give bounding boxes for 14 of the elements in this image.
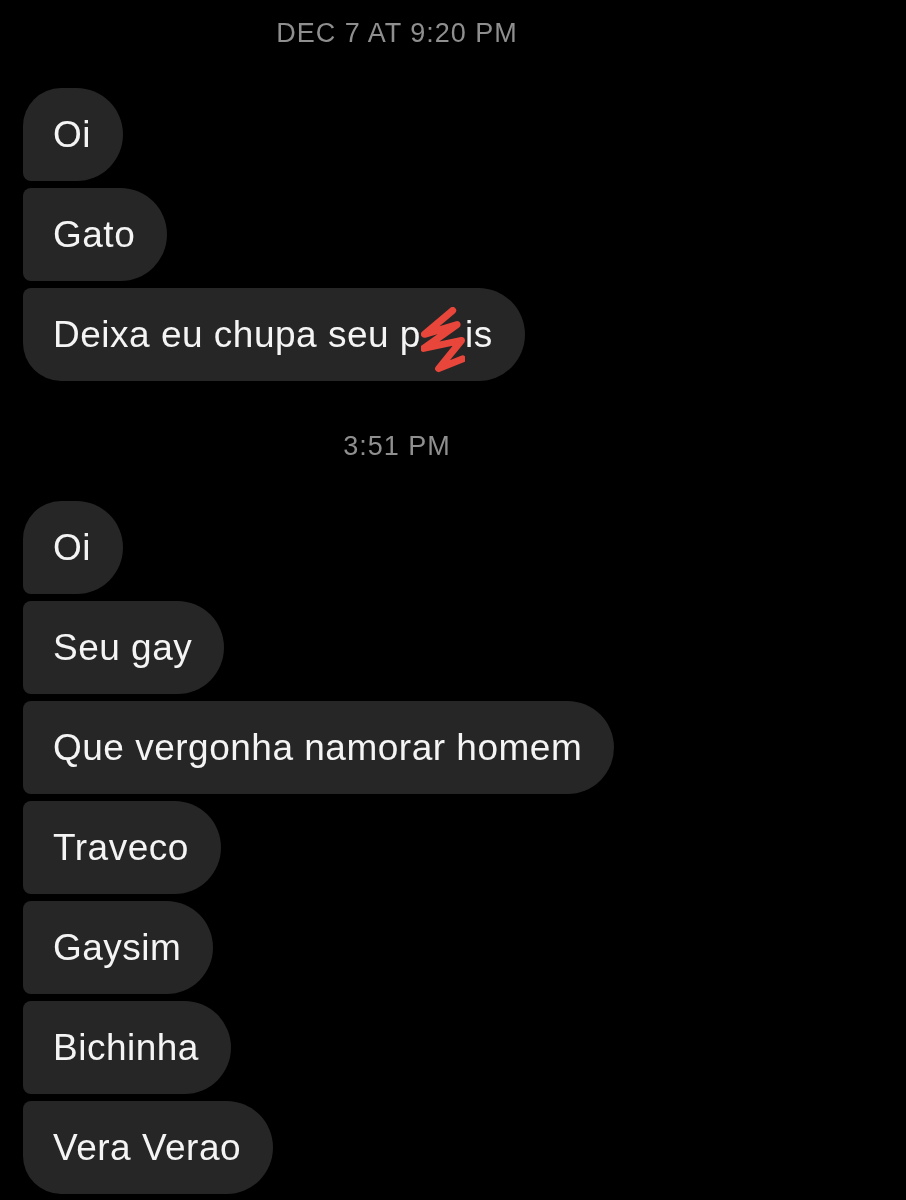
message-text: Gato	[53, 212, 136, 257]
message-text: Vera Verao	[53, 1125, 242, 1170]
message-text: Bichinha	[53, 1025, 199, 1070]
message-text: is	[464, 312, 493, 357]
message-text: Oi	[53, 525, 91, 570]
message-text: Seu gay	[53, 625, 193, 670]
message-text: Traveco	[53, 825, 189, 870]
message-text: Que vergonha namorar homem	[53, 725, 583, 770]
scribble-icon	[420, 306, 465, 373]
message-text: Oi	[53, 112, 91, 157]
timestamp: DEC 7 AT 9:20 PM	[276, 17, 518, 50]
message-text: Gaysim	[53, 925, 182, 970]
message-text: Deixa eu chupa seu p	[53, 312, 421, 357]
timestamp: 3:51 PM	[343, 430, 451, 463]
